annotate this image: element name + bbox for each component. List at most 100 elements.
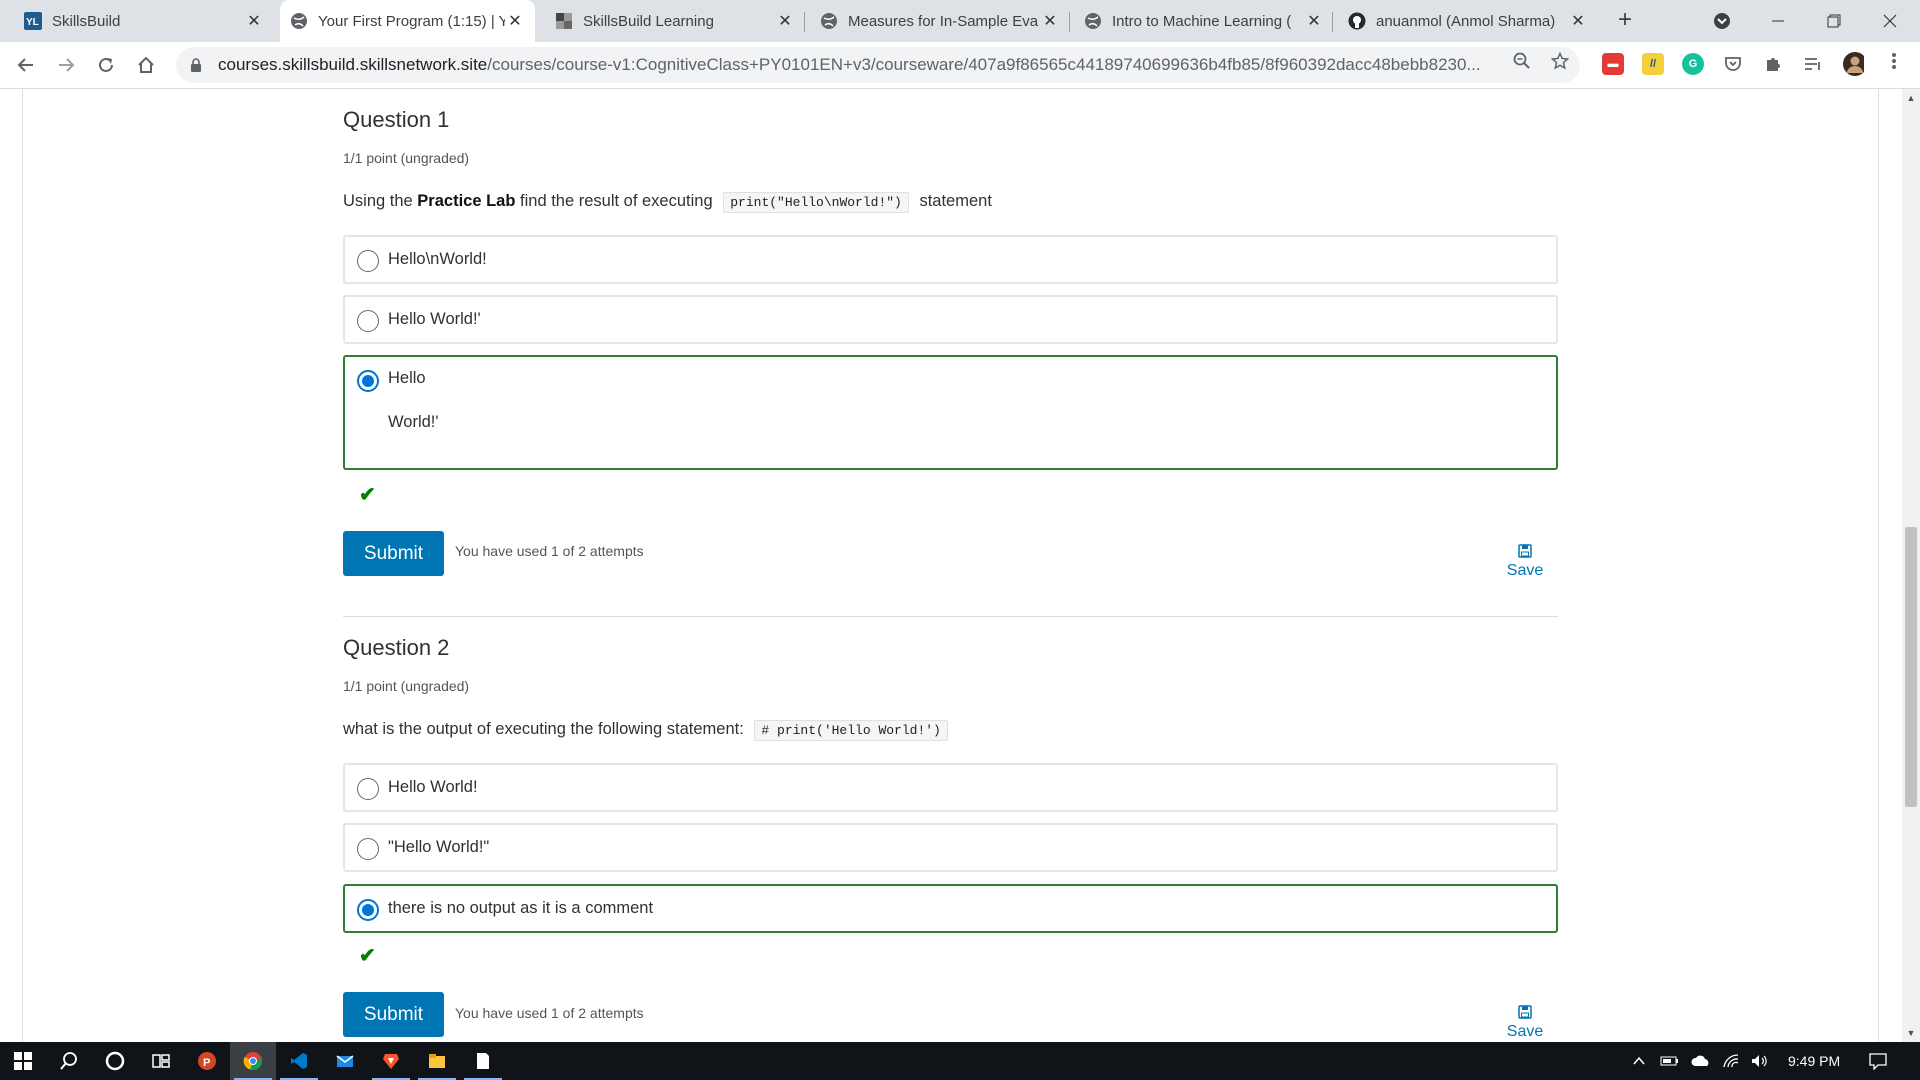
radio-button-selected[interactable] xyxy=(357,899,379,921)
save-icon xyxy=(1518,1005,1532,1019)
tab-your-first-program[interactable]: Your First Program (1:15) | Y ✕ xyxy=(280,0,535,42)
q1-choice-2[interactable]: Hello World!' xyxy=(343,295,1558,344)
tab-close-icon[interactable]: ✕ xyxy=(1304,11,1324,31)
profile-avatar-icon[interactable] xyxy=(1842,52,1864,76)
save-icon xyxy=(1518,544,1532,558)
zoom-icon[interactable] xyxy=(1512,51,1532,71)
puzzle-extensions-icon[interactable] xyxy=(1762,53,1784,75)
correct-checkmark-icon: ✔ xyxy=(359,945,376,967)
q2-submit-button[interactable]: Submit xyxy=(343,992,444,1037)
address-bar[interactable]: courses.skillsbuild.skillsnetwork.site/c… xyxy=(176,47,1580,83)
lock-icon xyxy=(191,58,201,72)
choice-label: Hello\nWorld! xyxy=(388,250,487,268)
windows-taskbar: P 9:49 PM xyxy=(0,1042,1920,1080)
choice-label: "Hello World!" xyxy=(388,838,490,856)
task-view-icon[interactable] xyxy=(138,1042,184,1080)
tray-chevron-icon[interactable] xyxy=(1632,1042,1646,1080)
radio-button[interactable] xyxy=(357,310,379,332)
svg-text:P: P xyxy=(203,1057,210,1069)
scroll-down-icon[interactable]: ▼ xyxy=(1902,1028,1920,1038)
choice-label: Hello World! xyxy=(388,778,478,796)
globe-icon xyxy=(290,12,308,30)
choice-label-line-2: World!' xyxy=(388,413,439,431)
radio-button[interactable] xyxy=(357,250,379,272)
wifi-icon[interactable] xyxy=(1722,1042,1740,1080)
course-content: Question 1 1/1 point (ungraded) Using th… xyxy=(0,89,1920,1042)
scrollbar-thumb[interactable] xyxy=(1905,527,1917,807)
new-tab-button[interactable]: + xyxy=(1612,8,1638,34)
question-1-points: 1/1 point (ungraded) xyxy=(343,150,470,166)
q1-save-button[interactable]: Save xyxy=(1500,544,1550,580)
tab-separator xyxy=(1069,12,1070,32)
browser-menu-icon[interactable] xyxy=(1884,51,1904,71)
prompt-text: what is the output of executing the foll… xyxy=(343,720,749,738)
minimize-icon[interactable] xyxy=(1750,0,1806,42)
tab-close-icon[interactable]: ✕ xyxy=(1568,11,1588,31)
onedrive-cloud-icon[interactable] xyxy=(1690,1042,1712,1080)
tab-measures[interactable]: Measures for In-Sample Eva ✕ xyxy=(810,0,1070,42)
tab-title: Intro to Machine Learning ( xyxy=(1112,12,1292,30)
q2-choice-2[interactable]: "Hello World!" xyxy=(343,823,1558,872)
extension-yellow-icon[interactable]: // xyxy=(1642,53,1664,75)
q2-save-button[interactable]: Save xyxy=(1500,1005,1550,1041)
forward-arrow-icon[interactable] xyxy=(52,51,80,79)
tab-close-icon[interactable]: ✕ xyxy=(775,11,795,31)
tab-close-icon[interactable]: ✕ xyxy=(244,11,264,31)
vscode-icon[interactable] xyxy=(276,1042,322,1080)
reading-list-icon[interactable] xyxy=(1802,53,1824,75)
page-scrollbar[interactable]: ▲ ▼ xyxy=(1902,89,1920,1042)
tab-close-icon[interactable]: ✕ xyxy=(505,11,525,31)
browser-toolbar: courses.skillsbuild.skillsnetwork.site/c… xyxy=(0,42,1920,89)
radio-button-selected[interactable] xyxy=(357,370,379,392)
close-window-icon[interactable] xyxy=(1862,0,1918,42)
q2-choice-1[interactable]: Hello World! xyxy=(343,763,1558,812)
prompt-bold: Practice Lab xyxy=(417,192,516,210)
tab-title: SkillsBuild xyxy=(52,12,121,30)
windows-start-icon[interactable] xyxy=(0,1042,46,1080)
svg-text:YL: YL xyxy=(26,17,39,28)
radio-button[interactable] xyxy=(357,838,379,860)
tab-close-icon[interactable]: ✕ xyxy=(1040,11,1060,31)
volume-icon[interactable] xyxy=(1750,1042,1770,1080)
tab-github[interactable]: anuanmol (Anmol Sharma) ✕ xyxy=(1338,0,1598,42)
question-divider xyxy=(343,616,1558,617)
question-2-points: 1/1 point (ungraded) xyxy=(343,678,470,694)
q1-choice-1[interactable]: Hello\nWorld! xyxy=(343,235,1558,284)
save-label: Save xyxy=(1506,562,1544,579)
tab-title: Your First Program (1:15) | Y xyxy=(318,12,505,30)
content-border-left xyxy=(22,89,23,1042)
restore-icon[interactable] xyxy=(1806,0,1862,42)
question-2-prompt: what is the output of executing the foll… xyxy=(343,720,954,741)
reload-icon[interactable] xyxy=(92,51,120,79)
pocket-icon[interactable] xyxy=(1722,53,1744,75)
file-explorer-icon[interactable] xyxy=(414,1042,460,1080)
q1-submit-button[interactable]: Submit xyxy=(343,531,444,576)
grammarly-icon[interactable]: G xyxy=(1682,53,1704,75)
q1-attempts: You have used 1 of 2 attempts xyxy=(455,543,644,559)
browser-tab-strip: YL SkillsBuild ✕ Your First Program (1:1… xyxy=(0,0,1920,42)
notification-icon[interactable] xyxy=(1868,1042,1888,1080)
extension-red-icon[interactable]: ▬ xyxy=(1602,53,1624,75)
tab-intro-ml[interactable]: Intro to Machine Learning ( ✕ xyxy=(1074,0,1334,42)
notepad-icon[interactable] xyxy=(460,1042,506,1080)
cortana-icon[interactable] xyxy=(92,1042,138,1080)
brave-icon[interactable] xyxy=(368,1042,414,1080)
bookmark-star-icon[interactable] xyxy=(1550,51,1570,71)
q2-choice-3[interactable]: there is no output as it is a comment xyxy=(343,884,1558,933)
q1-choice-3[interactable]: Hello World!' xyxy=(343,355,1558,470)
mail-icon[interactable] xyxy=(322,1042,368,1080)
search-icon[interactable] xyxy=(46,1042,92,1080)
tab-skillsbuild[interactable]: YL SkillsBuild ✕ xyxy=(14,0,274,42)
tab-search-icon[interactable] xyxy=(1694,0,1750,42)
chrome-icon[interactable] xyxy=(230,1042,276,1080)
back-arrow-icon[interactable] xyxy=(12,51,40,79)
url-host: courses.skillsbuild.skillsnetwork.site xyxy=(218,55,488,74)
battery-icon[interactable] xyxy=(1660,1042,1680,1080)
home-icon[interactable] xyxy=(132,51,160,79)
tab-skillsbuild-learning[interactable]: SkillsBuild Learning ✕ xyxy=(545,0,805,42)
radio-button[interactable] xyxy=(357,778,379,800)
powerpoint-icon[interactable]: P xyxy=(184,1042,230,1080)
scroll-up-icon[interactable]: ▲ xyxy=(1902,93,1920,103)
choice-label: Hello World!' xyxy=(388,310,481,328)
clock-time[interactable]: 9:49 PM xyxy=(1788,1042,1840,1080)
